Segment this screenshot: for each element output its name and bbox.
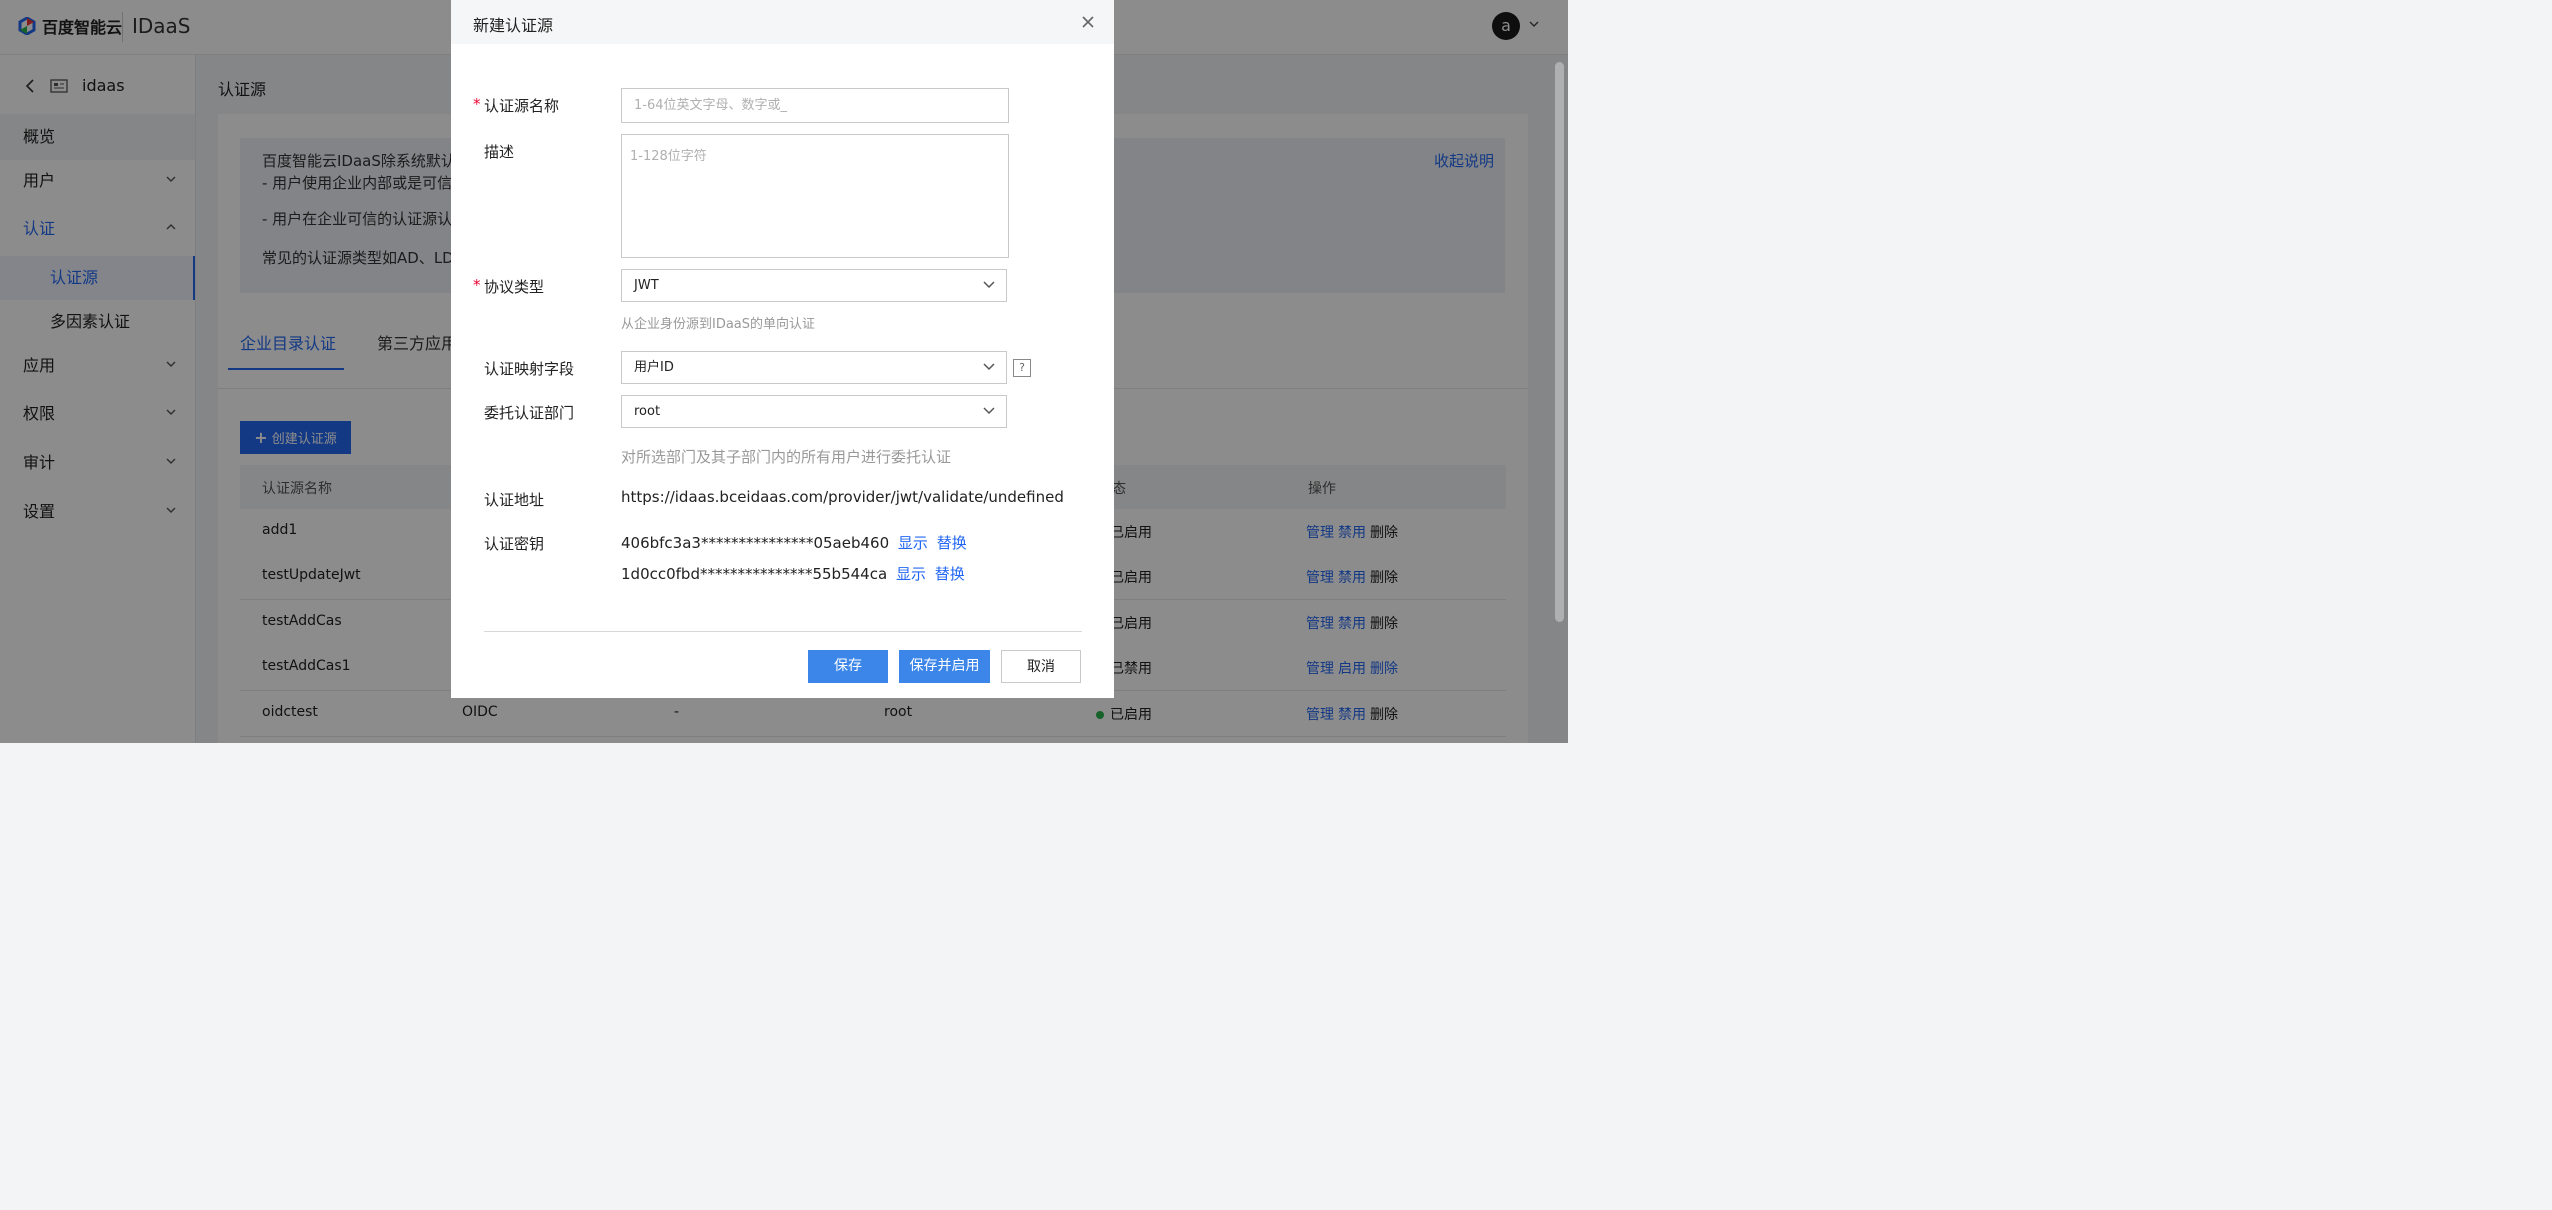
secret-value: 1d0cc0fbd***************55b544ca bbox=[621, 565, 888, 583]
replace-secret-link[interactable]: 替换 bbox=[935, 565, 965, 583]
help-icon[interactable]: ? bbox=[1013, 359, 1031, 377]
dept-hint: 对所选部门及其子部门内的所有用户进行委托认证 bbox=[621, 448, 952, 466]
field-label-name: 认证源名称 bbox=[484, 97, 560, 115]
secret-value: 406bfc3a3***************05aeb460 bbox=[621, 534, 890, 552]
description-textarea[interactable] bbox=[622, 135, 1008, 257]
dept-select[interactable]: root bbox=[621, 395, 1007, 428]
secret-row: 1d0cc0fbd***************55b544ca 显示 替换 bbox=[621, 563, 965, 584]
name-field-box bbox=[621, 88, 1009, 123]
required-mark: * bbox=[473, 276, 481, 294]
dept-value: root bbox=[634, 404, 661, 419]
field-label-secret: 认证密钥 bbox=[484, 535, 545, 553]
create-auth-source-dialog: 新建认证源 * 认证源名称 描述 * 协议类型 JWT 从企业身份源到IDaaS… bbox=[451, 0, 1114, 698]
save-button[interactable]: 保存 bbox=[808, 650, 888, 683]
name-input[interactable] bbox=[622, 89, 1008, 122]
close-icon[interactable] bbox=[1081, 13, 1095, 34]
protocol-select[interactable]: JWT bbox=[621, 269, 1007, 302]
show-secret-link[interactable]: 显示 bbox=[896, 565, 926, 583]
mapping-value: 用户ID bbox=[634, 360, 674, 375]
dialog-title: 新建认证源 bbox=[473, 16, 554, 35]
field-label-desc: 描述 bbox=[484, 143, 515, 161]
cancel-button[interactable]: 取消 bbox=[1001, 650, 1081, 683]
auth-url-value: https://idaas.bceidaas.com/provider/jwt/… bbox=[621, 488, 1064, 506]
dialog-header: 新建认证源 bbox=[451, 0, 1114, 44]
chevron-down-icon bbox=[982, 396, 996, 427]
secret-row: 406bfc3a3***************05aeb460 显示 替换 bbox=[621, 532, 967, 553]
field-label-mapping: 认证映射字段 bbox=[484, 360, 575, 378]
divider bbox=[484, 631, 1082, 632]
mapping-field-select[interactable]: 用户ID bbox=[621, 351, 1007, 384]
field-label-url: 认证地址 bbox=[484, 491, 545, 509]
replace-secret-link[interactable]: 替换 bbox=[937, 534, 967, 552]
scrollbar[interactable] bbox=[1555, 62, 1564, 622]
desc-field-box bbox=[621, 134, 1009, 258]
field-label-protocol: 协议类型 bbox=[484, 278, 545, 296]
save-and-enable-button[interactable]: 保存并启用 bbox=[899, 650, 990, 683]
protocol-hint: 从企业身份源到IDaaS的单向认证 bbox=[621, 317, 816, 332]
required-mark: * bbox=[473, 95, 481, 113]
field-label-dept: 委托认证部门 bbox=[484, 404, 575, 422]
chevron-down-icon bbox=[982, 352, 996, 383]
protocol-value: JWT bbox=[634, 278, 659, 293]
chevron-down-icon bbox=[982, 270, 996, 301]
show-secret-link[interactable]: 显示 bbox=[898, 534, 928, 552]
